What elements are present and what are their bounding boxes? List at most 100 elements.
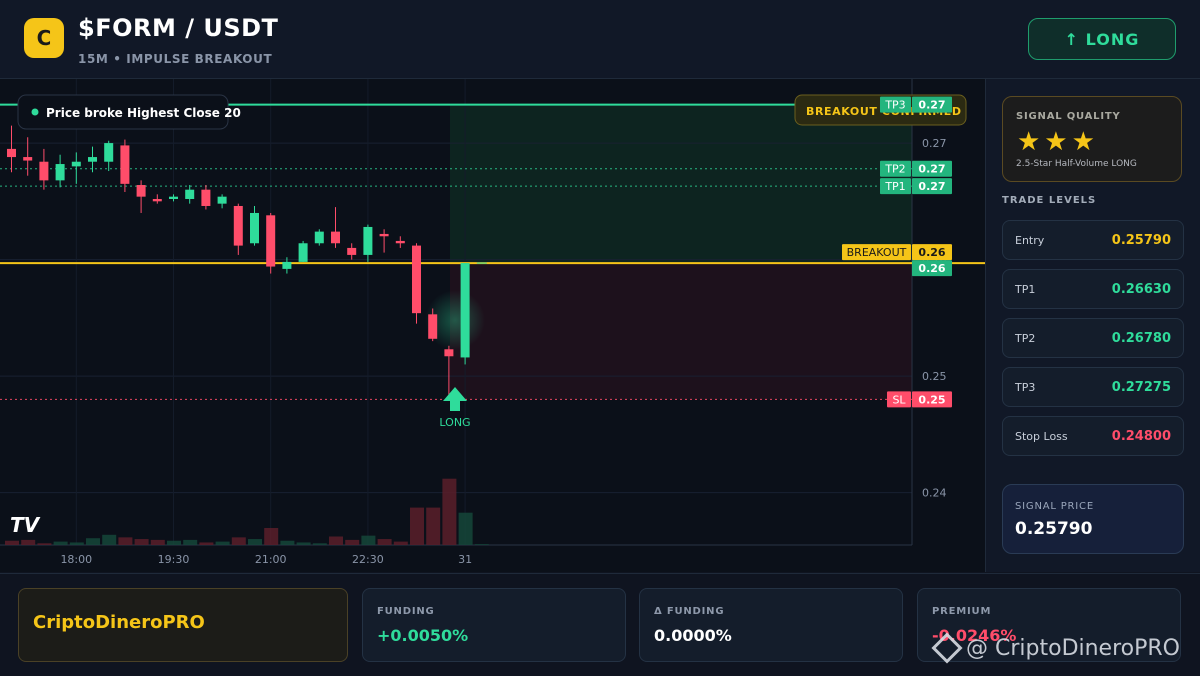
volume-bar <box>393 541 408 545</box>
watermark-text: @ CriptoDineroPRO <box>966 636 1180 661</box>
volume-bar <box>377 539 392 545</box>
binance-logo-icon <box>931 632 963 664</box>
candle-body <box>136 185 146 197</box>
tp3-label: TP3 <box>884 99 905 112</box>
volume-bar <box>102 534 117 545</box>
candle-body <box>169 196 178 199</box>
signal-sidebar: SIGNAL QUALITY ★★★ 2.5-Star Half-Volume … <box>986 79 1200 572</box>
trade-level-value: 0.24800 <box>1111 429 1171 444</box>
tradingview-logo-icon: TV <box>10 513 41 537</box>
breakout-price-tag: 0.26 <box>918 246 945 259</box>
volume-bar <box>410 507 424 545</box>
watermark: @ CriptoDineroPRO <box>931 632 1180 664</box>
trade-level-value: 0.26630 <box>1111 282 1171 297</box>
volume-bar <box>231 537 246 545</box>
trade-level-label: Entry <box>1015 234 1045 247</box>
volume-bar <box>280 540 295 545</box>
candle-body <box>217 196 227 204</box>
volume-bar <box>458 512 473 545</box>
sl-label: SL <box>892 393 906 406</box>
premium-label: PREMIUM <box>932 606 992 617</box>
footer: CriptoDineroPRO FUNDING +0.0050% Δ FUNDI… <box>0 573 1200 676</box>
delta-funding-card: Δ FUNDING 0.0000% <box>639 588 903 662</box>
time-axis-tick: 19:30 <box>158 553 190 566</box>
candle-body <box>120 145 130 184</box>
trade-level-tp3: TP3 0.27275 <box>1002 367 1184 407</box>
funding-card: FUNDING +0.0050% <box>362 588 626 662</box>
chart-canvas[interactable]: Price broke Highest Close 20 BREAKOUT CO… <box>0 79 985 572</box>
volume-bar <box>21 539 36 545</box>
candle-body <box>444 349 454 357</box>
volume-bar <box>312 543 327 545</box>
trade-level-stop-loss: Stop Loss 0.24800 <box>1002 416 1184 456</box>
status-dot-icon <box>31 108 39 116</box>
candle-body <box>71 161 81 167</box>
price-axis-tick: 0.25 <box>922 370 947 383</box>
candle-body <box>331 231 340 244</box>
volume-bar <box>5 540 19 545</box>
long-button[interactable]: ↑ LONG <box>1028 18 1176 60</box>
volume-bar <box>474 544 489 545</box>
badge-text: Price broke Highest Close 20 <box>46 106 241 120</box>
funding-value: +0.0050% <box>377 626 469 645</box>
pair-title: $FORM / USDT <box>78 14 279 42</box>
volume-bar <box>118 537 133 545</box>
brand-card: CriptoDineroPRO <box>18 588 348 662</box>
signal-quality-card: SIGNAL QUALITY ★★★ 2.5-Star Half-Volume … <box>1002 96 1182 182</box>
candle-body <box>266 215 276 267</box>
candle-body <box>395 240 405 244</box>
trade-level-value: 0.27275 <box>1111 380 1171 395</box>
trade-level-value: 0.26780 <box>1111 331 1171 346</box>
volume-bar <box>264 528 279 545</box>
candle-body <box>39 161 49 181</box>
volume-bar <box>361 535 376 545</box>
volume-bar <box>150 539 165 545</box>
current-price-tag: 0.26 <box>918 262 945 275</box>
volume-bar <box>134 539 149 545</box>
coin-logo-icon: C <box>24 18 64 58</box>
candle-body <box>428 314 438 339</box>
tp1-label: TP1 <box>884 180 905 193</box>
delta-funding-value: 0.0000% <box>654 626 732 645</box>
candle-body <box>412 245 421 314</box>
tp2-price-tag: 0.27 <box>918 163 945 176</box>
time-axis-tick: 18:00 <box>60 553 92 566</box>
take-profit-zone <box>450 104 912 264</box>
sl-price-tag: 0.25 <box>918 393 945 406</box>
volume-bar <box>215 541 230 545</box>
candle-body <box>55 164 65 181</box>
volume-bar <box>296 542 311 545</box>
long-label: LONG <box>439 416 470 429</box>
trade-level-tp2: TP2 0.26780 <box>1002 318 1184 358</box>
candle-body <box>314 231 324 244</box>
volume-bar <box>442 478 457 545</box>
volume-bar <box>167 540 181 545</box>
stop-loss-zone <box>450 263 912 400</box>
time-axis-tick: 22:30 <box>352 553 384 566</box>
tp2-label: TP2 <box>884 163 905 176</box>
candle-body <box>233 205 243 246</box>
trade-level-label: TP2 <box>1015 332 1036 345</box>
candle-body <box>7 148 16 158</box>
candle-body <box>88 157 97 162</box>
tp3-price-tag: 0.27 <box>918 99 945 112</box>
signal-price-value: 0.25790 <box>1015 519 1093 539</box>
trade-level-value: 0.25790 <box>1111 233 1171 248</box>
volume-bar <box>37 543 52 545</box>
volume-bar <box>329 536 343 545</box>
candle-body <box>152 198 162 202</box>
funding-label: FUNDING <box>377 606 435 617</box>
price-axis-tick: 0.24 <box>922 487 947 500</box>
candle-body <box>201 189 211 206</box>
candle-body <box>379 233 389 237</box>
signal-quality-description: 2.5-Star Half-Volume LONG <box>1016 159 1137 169</box>
trade-level-label: TP3 <box>1015 381 1036 394</box>
price-axis-tick: 0.27 <box>922 137 947 150</box>
volume-bar <box>69 542 84 545</box>
candle-body <box>185 189 195 199</box>
brand-name: CriptoDineroPRO <box>33 612 205 633</box>
trade-level-label: Stop Loss <box>1015 430 1068 443</box>
price-chart[interactable]: Price broke Highest Close 20 BREAKOUT CO… <box>0 79 986 572</box>
candle-body <box>298 243 308 262</box>
signal-price-label: SIGNAL PRICE <box>1015 501 1094 512</box>
